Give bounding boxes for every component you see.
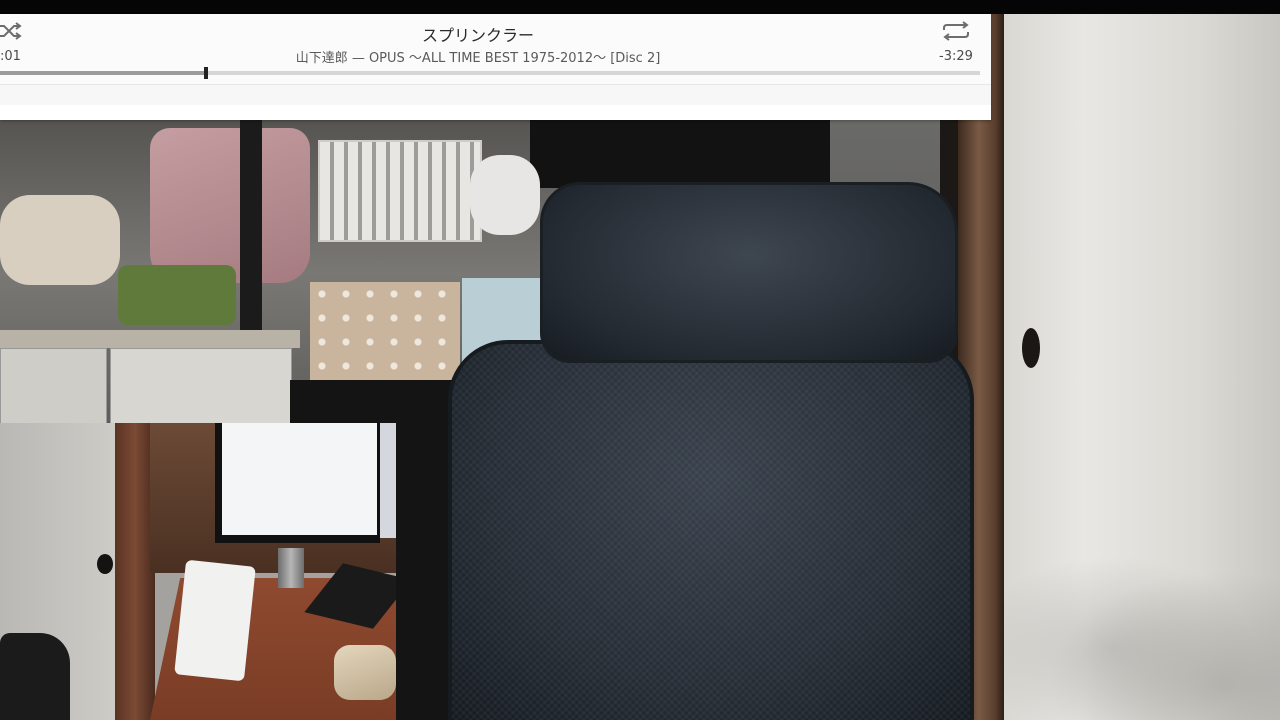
- progress-bar[interactable]: [0, 67, 980, 79]
- wire-basket: [318, 140, 482, 242]
- pip-wood-post: [115, 423, 155, 720]
- repeat-icon[interactable]: [940, 20, 972, 42]
- player-toolbar: [0, 85, 991, 105]
- storage-box: [530, 118, 830, 188]
- progress-fill: [0, 71, 206, 75]
- pip-door-handle: [97, 554, 113, 574]
- player-header: :01 スプリンクラー 山下達郎 — OPUS ～ALL TIME BEST 1…: [0, 14, 991, 84]
- shelf-board: [0, 330, 300, 348]
- folded-cloth: [0, 195, 120, 285]
- drawer: [110, 348, 292, 424]
- pip-webcam-view[interactable]: [0, 423, 396, 720]
- top-black-bar: [0, 0, 1280, 14]
- pip-phone-stand: [174, 559, 256, 682]
- pip-monitor-screen: [222, 423, 377, 535]
- progress-handle[interactable]: [203, 67, 208, 79]
- pip-second-monitor: [380, 423, 396, 538]
- door-handle: [1022, 328, 1040, 368]
- pip-earbuds-case: [334, 645, 396, 700]
- pip-chair: [0, 633, 70, 720]
- pink-bag: [150, 128, 310, 283]
- pillow: [470, 155, 540, 235]
- drawer: [0, 348, 107, 424]
- track-title: スプリンクラー: [421, 26, 534, 45]
- remaining-time: -3:29: [939, 49, 973, 64]
- chair-headrest: [540, 182, 958, 363]
- artist-album: 山下達郎 — OPUS ～ALL TIME BEST 1975-2012～ [D…: [295, 51, 661, 66]
- music-player: :01 スプリンクラー 山下達郎 — OPUS ～ALL TIME BEST 1…: [0, 14, 991, 120]
- door-pattern: [1000, 540, 1280, 720]
- green-fabric: [118, 265, 236, 325]
- chair-backrest: [448, 340, 974, 720]
- player-footer: [0, 105, 991, 120]
- cardboard-box: [310, 282, 460, 394]
- pip-cup: [278, 548, 304, 588]
